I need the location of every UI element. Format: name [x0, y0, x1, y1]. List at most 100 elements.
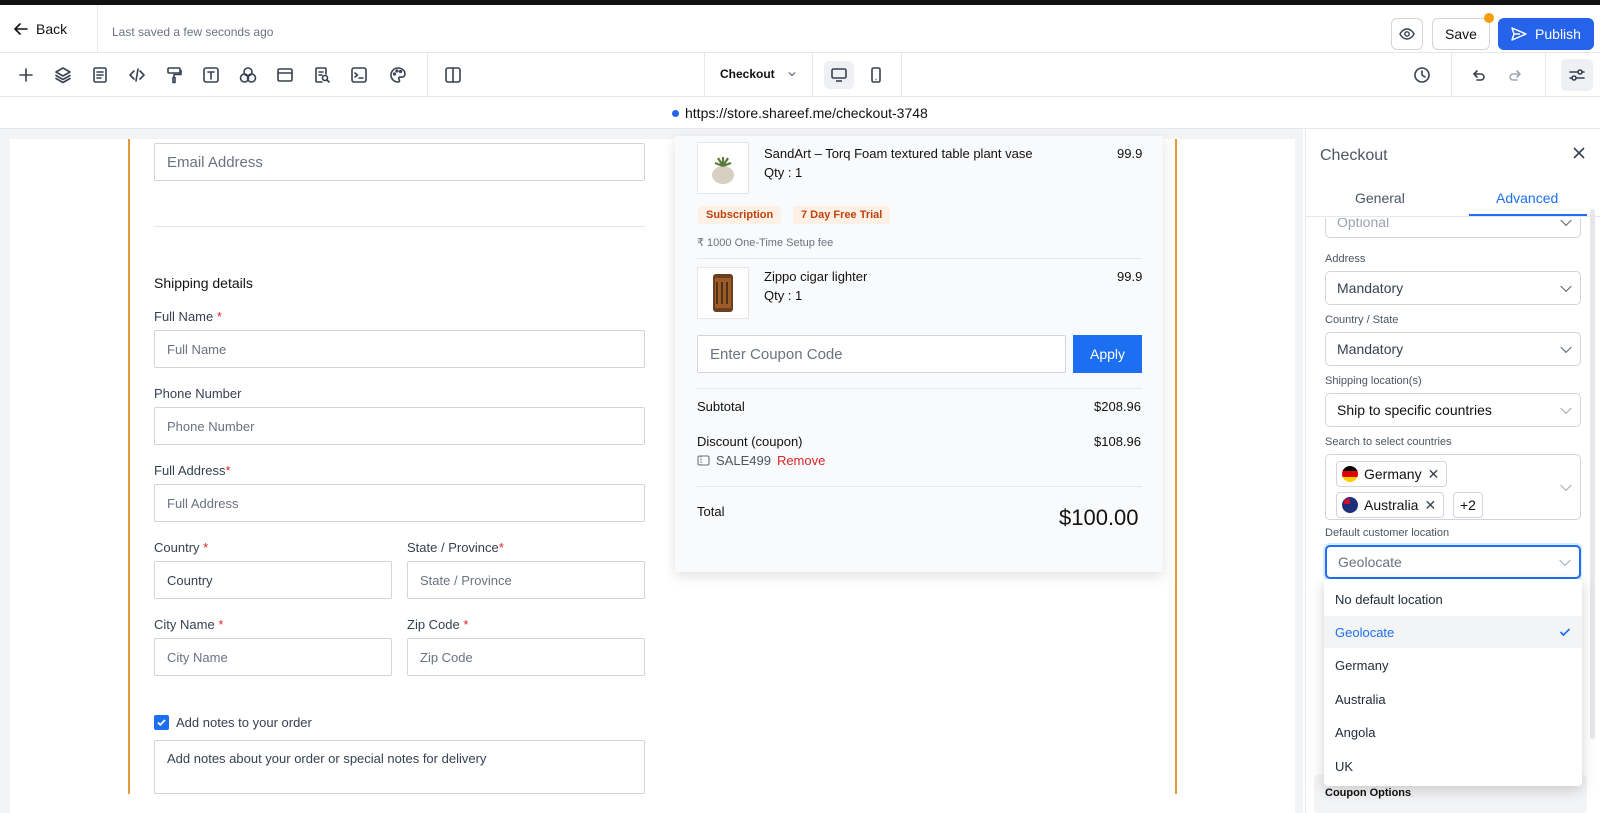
apply-coupon-button[interactable]: Apply	[1073, 335, 1142, 373]
shipping-details-title: Shipping details	[154, 275, 253, 291]
text-icon[interactable]	[199, 63, 223, 87]
plant-vase-icon	[712, 157, 734, 184]
preview-button[interactable]	[1391, 18, 1423, 50]
split-view-icon[interactable]	[441, 63, 465, 87]
discount-label: Discount (coupon)	[697, 434, 803, 449]
divider	[1545, 53, 1546, 97]
default-location-label: Default customer location	[1325, 527, 1450, 539]
close-icon[interactable]	[1571, 145, 1587, 161]
product-thumbnail	[697, 267, 749, 319]
page-select[interactable]: Checkout	[720, 67, 797, 81]
more-chips-badge[interactable]: +2	[1453, 492, 1483, 518]
dropdown-option-selected[interactable]: Geolocate	[1324, 616, 1582, 648]
subtotal-value: $208.96	[1094, 399, 1141, 414]
settings-sliders-icon[interactable]	[1561, 59, 1593, 91]
paint-roller-icon[interactable]	[162, 63, 186, 87]
address-setting-label: Address	[1325, 253, 1366, 265]
tab-advanced[interactable]: Advanced	[1496, 190, 1558, 206]
coupon-input[interactable]: Enter Coupon Code	[697, 335, 1066, 373]
top-header: Back Last saved a few seconds ago Save P…	[0, 5, 1600, 53]
page-url[interactable]: https://store.shareef.me/checkout-3748	[672, 105, 928, 121]
mobile-view-button[interactable]	[861, 61, 891, 89]
terminal-icon[interactable]	[347, 63, 371, 87]
shipping-locations-label: Shipping location(s)	[1325, 375, 1422, 387]
shipping-locations-select[interactable]: Ship to specific countries	[1325, 393, 1581, 427]
panel-scrollbar[interactable]	[1590, 209, 1595, 739]
ticket-icon	[697, 455, 710, 466]
notes-checkbox[interactable]	[154, 715, 169, 730]
lighter-icon	[713, 274, 733, 312]
section-border-left	[128, 139, 130, 794]
divider	[704, 53, 705, 97]
search-countries-label: Search to select countries	[1325, 436, 1452, 448]
desktop-view-button[interactable]	[824, 61, 854, 89]
notes-textarea[interactable]: Add notes about your order or special no…	[154, 740, 645, 794]
country-state-setting-select[interactable]: Mandatory	[1325, 332, 1581, 366]
applied-coupon: SALE499 Remove	[697, 453, 825, 468]
page-select-value: Checkout	[720, 67, 775, 81]
section-border-right	[1175, 139, 1177, 794]
state-field[interactable]: State / Province	[407, 561, 645, 599]
remove-coupon-link[interactable]: Remove	[777, 453, 825, 468]
coupon-options-title: Coupon Options	[1325, 787, 1412, 799]
save-status: Last saved a few seconds ago	[112, 25, 274, 39]
divider	[97, 5, 98, 53]
australia-flag-icon	[1342, 497, 1358, 513]
tab-general[interactable]: General	[1355, 190, 1405, 206]
device-switcher	[812, 53, 902, 97]
dropdown-option[interactable]: Australia	[1324, 683, 1582, 715]
zip-field[interactable]: Zip Code	[407, 638, 645, 676]
divider	[427, 53, 428, 97]
default-location-select[interactable]: Geolocate	[1325, 545, 1581, 579]
city-field[interactable]: City Name	[154, 638, 392, 676]
chevron-down-icon	[1560, 402, 1572, 415]
setup-fee: ₹ 1000 One-Time Setup fee	[697, 237, 834, 249]
divider	[697, 486, 1142, 487]
save-button[interactable]: Save	[1432, 18, 1490, 50]
address-setting-select[interactable]: Mandatory	[1325, 271, 1581, 305]
phone-field[interactable]: Phone Number	[154, 407, 645, 445]
mobile-icon	[871, 67, 881, 83]
dropdown-option[interactable]: UK	[1324, 750, 1582, 782]
divider	[1451, 53, 1452, 97]
prev-select[interactable]: Optional	[1325, 218, 1581, 238]
country-field[interactable]: Country	[154, 561, 392, 599]
page-icon[interactable]	[88, 63, 112, 87]
layers-icon[interactable]	[51, 63, 75, 87]
publish-button[interactable]: Publish	[1498, 18, 1594, 50]
layout-icon[interactable]	[273, 63, 297, 87]
divider	[154, 226, 645, 227]
full-name-field[interactable]: Full Name	[154, 330, 645, 368]
chevron-down-icon	[1560, 341, 1572, 354]
status-dot	[672, 109, 679, 117]
country-chip-australia: Australia ✕	[1336, 492, 1445, 518]
default-location-dropdown: No default location Geolocate Germany Au…	[1324, 579, 1582, 786]
germany-flag-icon	[1342, 466, 1358, 482]
dropdown-option[interactable]: No default location	[1324, 583, 1582, 615]
chevron-down-icon	[1560, 479, 1572, 492]
code-icon[interactable]	[125, 63, 149, 87]
divider	[697, 258, 1142, 259]
dropdown-option[interactable]: Angola	[1324, 716, 1582, 748]
plus-icon[interactable]	[14, 63, 38, 87]
address-label: Full Address*	[154, 463, 231, 478]
back-button[interactable]: Back	[14, 21, 67, 37]
dropdown-option[interactable]: Germany	[1324, 649, 1582, 681]
product-title: SandArt – Torq Foam textured table plant…	[764, 146, 1033, 161]
chevron-down-icon	[1560, 280, 1572, 293]
remove-chip-icon[interactable]: ✕	[1424, 497, 1436, 514]
send-icon	[1511, 27, 1527, 41]
check-icon	[157, 719, 166, 727]
email-field[interactable]: Email Address	[154, 143, 645, 181]
panel-tabs: General Advanced	[1306, 179, 1600, 217]
history-icon[interactable]	[1410, 63, 1434, 87]
address-field[interactable]: Full Address	[154, 484, 645, 522]
shapes-icon[interactable]	[236, 63, 260, 87]
divider	[697, 388, 1142, 389]
zip-label: Zip Code *	[407, 617, 469, 632]
undo-icon[interactable]	[1466, 63, 1490, 87]
redo-icon[interactable]	[1504, 63, 1528, 87]
remove-chip-icon[interactable]: ✕	[1428, 466, 1440, 483]
palette-icon[interactable]	[386, 63, 410, 87]
search-doc-icon[interactable]	[310, 63, 334, 87]
